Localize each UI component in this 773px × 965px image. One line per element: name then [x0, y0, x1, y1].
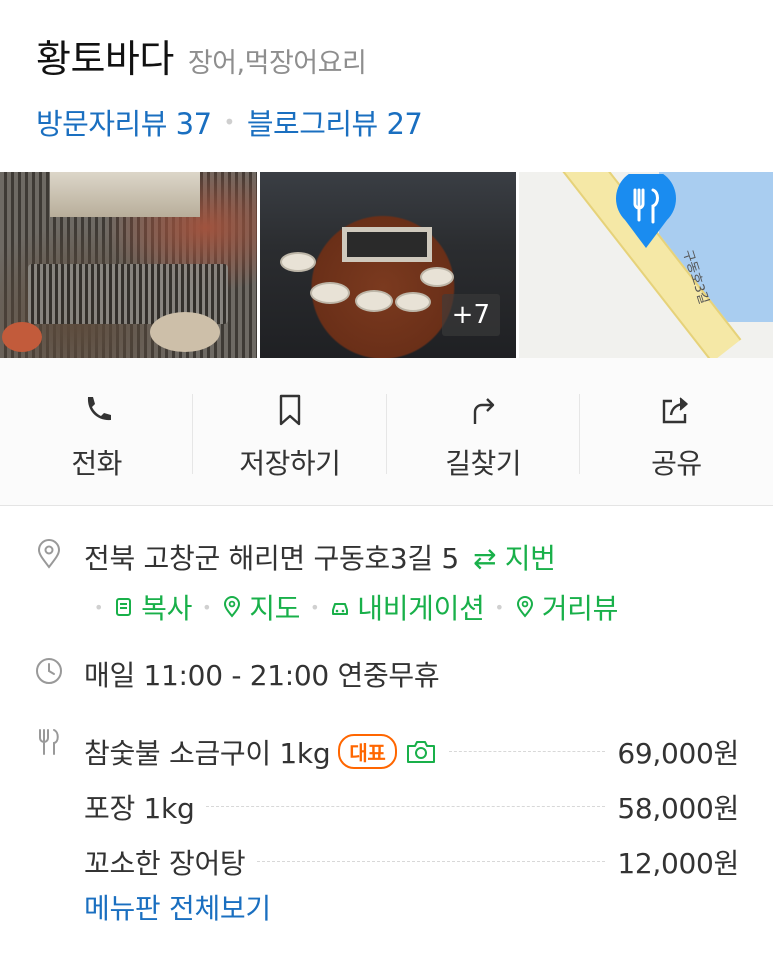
blog-review-link[interactable]: 블로그리뷰 27: [247, 101, 423, 143]
menu-item-price: 12,000원: [617, 846, 739, 880]
navigation-label: 내비게이션: [357, 592, 485, 625]
separator-dot: •: [494, 597, 504, 617]
place-header: 황토바다 장어,먹장어요리 방문자리뷰 37 • 블로그리뷰 27: [36, 28, 756, 143]
menu-item-price: 69,000원: [617, 736, 739, 770]
leader-line: [206, 806, 606, 807]
save-label: 저장하기: [239, 447, 341, 480]
view-full-menu-link[interactable]: 메뉴판 전체보기: [84, 887, 271, 927]
signature-badge: 대표: [338, 734, 397, 769]
clock-icon: [36, 658, 62, 684]
review-row: 방문자리뷰 37 • 블로그리뷰 27: [36, 101, 756, 143]
share-icon: [663, 397, 689, 424]
restaurant-pin-icon: [616, 174, 676, 248]
photo-dish: [395, 292, 431, 312]
photo-grill-table[interactable]: [0, 172, 257, 358]
phone-icon: [87, 397, 111, 421]
menu-item-name: 참숯불 소금구이 1kg 대표: [84, 732, 437, 772]
share-button[interactable]: 공유: [580, 358, 773, 505]
directions-icon: [473, 398, 495, 424]
jibun-toggle[interactable]: ⇄ 지번: [473, 542, 556, 575]
title-row: 황토바다 장어,먹장어요리: [36, 28, 756, 83]
navigation-link[interactable]: 내비게이션: [329, 587, 485, 627]
fork-knife-icon: [39, 729, 59, 755]
visitor-review-link[interactable]: 방문자리뷰 37: [36, 101, 212, 143]
leader-line: [257, 861, 606, 862]
copy-icon: [116, 598, 132, 616]
menu-item-name-text: 참숯불 소금구이 1kg: [84, 736, 331, 770]
streetview-pin-icon: [516, 596, 533, 618]
streetview-link[interactable]: 거리뷰: [514, 587, 618, 627]
map-thumbnail[interactable]: 구동호3길: [519, 172, 773, 358]
map-link[interactable]: 지도: [221, 587, 300, 627]
menu-item[interactable]: 포장 1kg 58,000원: [84, 779, 739, 834]
menu-item[interactable]: 꼬소한 장어탕 12,000원: [84, 834, 739, 889]
car-icon: [332, 603, 349, 615]
camera-icon[interactable]: [405, 739, 437, 765]
save-button[interactable]: 저장하기: [193, 358, 387, 505]
business-hours: 매일 11:00 - 21:00 연중무휴: [84, 659, 440, 692]
address-line: 전북 고창군 해리면 구동호3길 5 ⇄ 지번: [84, 537, 556, 577]
place-details: 전북 고창군 해리면 구동호3길 5 ⇄ 지번 • 복사 • 지도 • 내비게이션…: [0, 507, 773, 965]
menu-item-name: 포장 1kg: [84, 791, 195, 825]
directions-button[interactable]: 길찾기: [387, 358, 581, 505]
place-name: 황토바다: [36, 37, 174, 81]
photo-grill: [342, 227, 432, 262]
menu-item-name: 꼬소한 장어탕: [84, 846, 246, 880]
copy-label: 복사: [141, 592, 193, 625]
share-label: 공유: [651, 447, 702, 480]
photo-plate: [150, 312, 220, 352]
location-pin-icon: [37, 539, 61, 569]
place-category: 장어,먹장어요리: [187, 48, 367, 79]
photo-dish: [420, 267, 454, 287]
photo-dish: [280, 252, 316, 272]
action-bar: 전화 저장하기 길찾기 공유: [0, 358, 773, 506]
separator-dot: •: [94, 597, 104, 617]
map-label: 지도: [249, 592, 301, 625]
leader-line: [448, 751, 606, 752]
streetview-label: 거리뷰: [541, 592, 619, 625]
call-label: 전화: [71, 447, 122, 480]
menu-item[interactable]: 참숯불 소금구이 1kg 대표 69,000원: [84, 724, 739, 779]
photo-dish: [310, 282, 350, 304]
photo-round-table[interactable]: +7: [260, 172, 516, 358]
separator-dot: •: [223, 110, 236, 134]
address-actions: • 복사 • 지도 • 내비게이션 • 거리뷰: [84, 587, 618, 627]
menu-list: 참숯불 소금구이 1kg 대표 69,000원 포장 1kg 58,000원 꼬…: [84, 724, 739, 889]
photo-window: [50, 172, 200, 217]
map-pin-icon: [224, 596, 241, 618]
photo-strip: +7 구동호3길: [0, 172, 773, 358]
address-text: 전북 고창군 해리면 구동호3길 5: [84, 542, 459, 575]
directions-label: 길찾기: [445, 447, 522, 480]
photo-plate: [2, 322, 42, 352]
copy-address-link[interactable]: 복사: [113, 587, 192, 627]
more-photos-badge[interactable]: +7: [441, 294, 500, 336]
separator-dot: •: [310, 597, 320, 617]
separator-dot: •: [202, 597, 212, 617]
bookmark-icon: [279, 394, 301, 426]
call-button[interactable]: 전화: [0, 358, 194, 505]
photo-dish: [355, 290, 393, 312]
menu-item-price: 58,000원: [617, 791, 739, 825]
